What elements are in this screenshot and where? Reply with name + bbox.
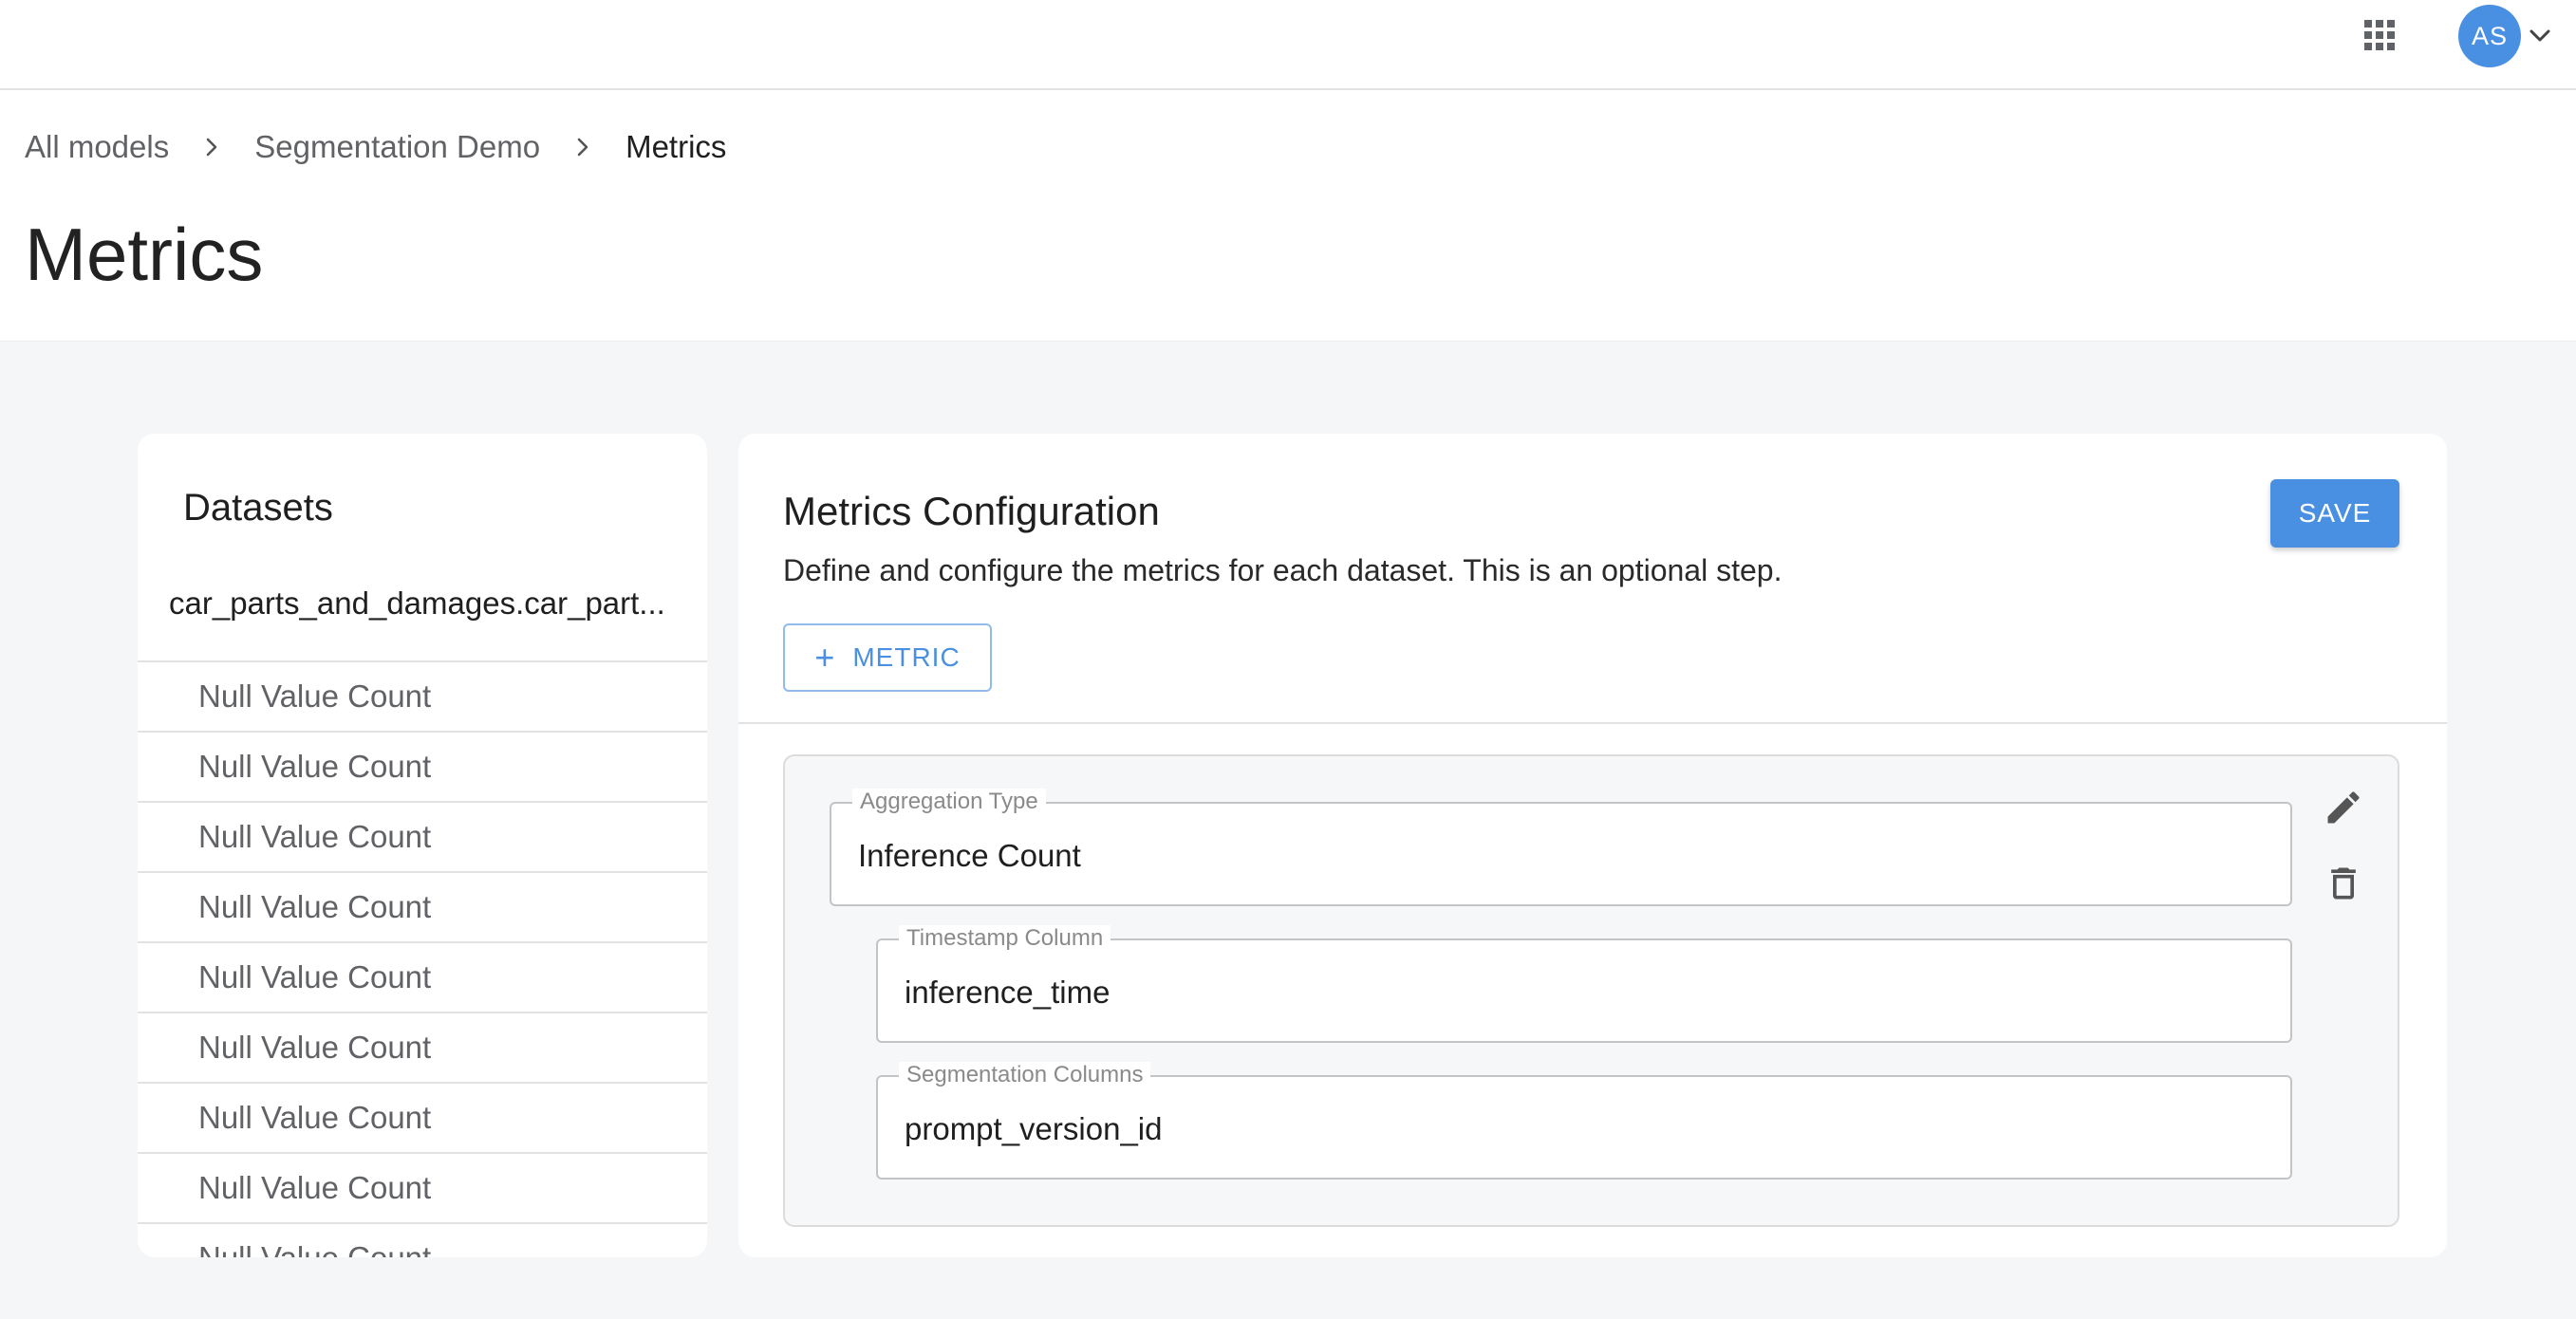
metric-list-item[interactable]: Null Value Count <box>138 1152 707 1222</box>
metric-list-item[interactable]: Null Value Count <box>138 731 707 801</box>
chevron-down-icon[interactable] <box>2527 23 2553 49</box>
metric-list-item[interactable]: Null Value Count <box>138 801 707 871</box>
datasets-title: Datasets <box>183 487 333 529</box>
metric-card: Aggregation Type Inference Count Timesta… <box>783 754 2399 1227</box>
chevron-right-icon <box>577 138 588 157</box>
timestamp-column-field[interactable]: Timestamp Column inference_time <box>876 925 2292 1043</box>
metric-list-item[interactable]: Null Value Count <box>138 660 707 731</box>
add-metric-button[interactable]: + METRIC <box>783 623 992 692</box>
metric-list-item[interactable]: Null Value Count <box>138 871 707 941</box>
field-label: Timestamp Column <box>899 925 1111 952</box>
top-bar: AS <box>0 0 2576 90</box>
breadcrumb-current: Metrics <box>625 129 727 164</box>
metric-list: Null Value Count Null Value Count Null V… <box>138 660 707 1257</box>
aggregation-type-field[interactable]: Aggregation Type Inference Count <box>830 789 2292 906</box>
config-description: Define and configure the metrics for eac… <box>783 553 1783 587</box>
trash-delete-icon[interactable] <box>2323 863 2364 904</box>
breadcrumb-segmentation-demo[interactable]: Segmentation Demo <box>254 129 540 165</box>
metric-list-item[interactable]: Null Value Count <box>138 1082 707 1152</box>
chevron-right-icon <box>206 138 217 157</box>
breadcrumb-all-models[interactable]: All models <box>25 129 169 165</box>
metric-list-item[interactable]: Null Value Count <box>138 941 707 1012</box>
page-header: All models Segmentation Demo Metrics Met… <box>0 90 2576 342</box>
avatar[interactable]: AS <box>2458 5 2521 67</box>
add-metric-label: METRIC <box>852 642 961 672</box>
grid-apps-icon[interactable] <box>2363 19 2396 51</box>
plus-icon: + <box>814 638 836 677</box>
field-label: Aggregation Type <box>852 789 1046 815</box>
pencil-edit-icon[interactable] <box>2323 787 2364 828</box>
dataset-item[interactable]: car_parts_and_damages.car_part... <box>169 585 691 622</box>
config-title: Metrics Configuration <box>783 489 1160 533</box>
divider <box>738 722 2447 724</box>
metrics-configuration-panel: Metrics Configuration Define and configu… <box>738 434 2447 1257</box>
field-value: prompt_version_id <box>905 1111 1163 1146</box>
field-value: inference_time <box>905 975 1111 1010</box>
metric-list-item[interactable]: Null Value Count <box>138 1012 707 1082</box>
segmentation-columns-field[interactable]: Segmentation Columns prompt_version_id <box>876 1062 2292 1180</box>
breadcrumb: All models Segmentation Demo Metrics <box>25 128 726 166</box>
page-title: Metrics <box>25 213 264 296</box>
field-label: Segmentation Columns <box>899 1062 1151 1088</box>
metric-list-item[interactable]: Null Value Count <box>138 1222 707 1257</box>
field-value: Inference Count <box>858 838 1081 873</box>
datasets-panel: Datasets car_parts_and_damages.car_part.… <box>138 434 707 1257</box>
save-button[interactable]: SAVE <box>2270 479 2399 548</box>
